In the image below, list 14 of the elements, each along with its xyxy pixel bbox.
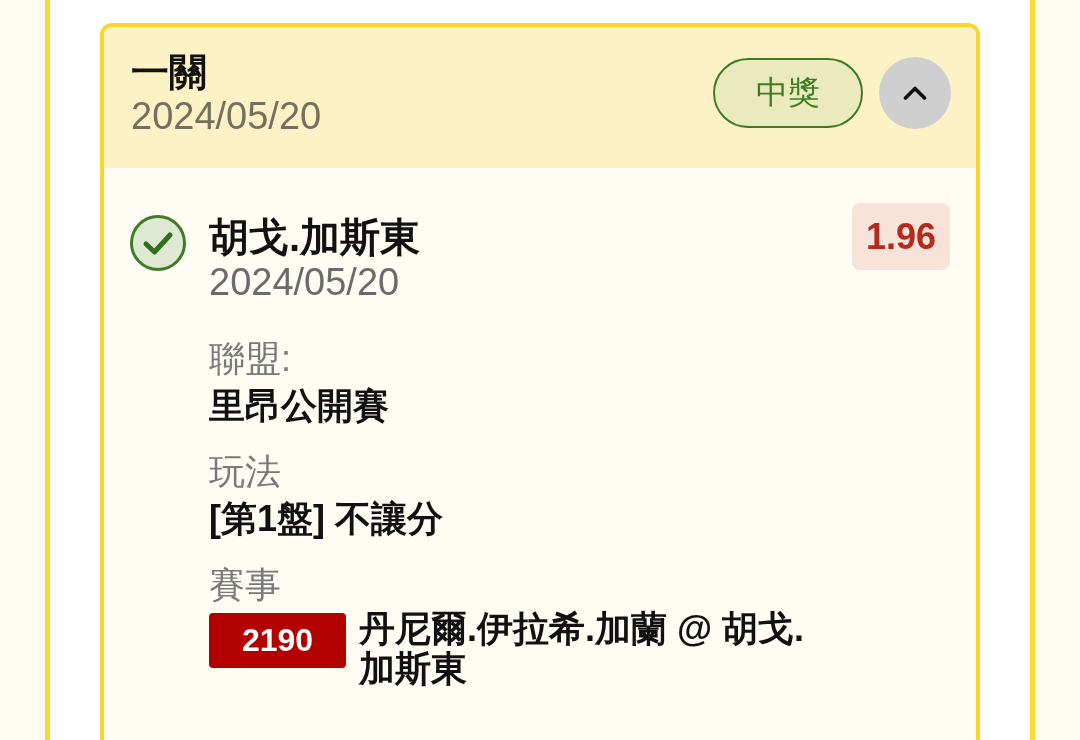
matchup-text: 丹尼爾.伊拉希.加蘭 @ 胡戈.加斯東 bbox=[359, 609, 806, 689]
caret-up-icon bbox=[903, 86, 927, 100]
event-number-badge: 2190 bbox=[209, 613, 346, 668]
field-label: 聯盟: bbox=[209, 337, 291, 381]
field-label: 玩法 bbox=[209, 450, 281, 494]
odds-badge: 1.96 bbox=[852, 203, 950, 270]
field-value: [第1盤] 不讓分 bbox=[209, 497, 443, 541]
selection-name: 胡戈.加斯東 bbox=[209, 214, 422, 261]
field-value: 里昂公開賽 bbox=[209, 384, 389, 428]
bet-title: 一關 bbox=[131, 50, 208, 95]
selection-date: 2024/05/20 bbox=[209, 261, 401, 303]
bet-date: 2024/05/20 bbox=[131, 95, 322, 137]
field-label: 賽事 bbox=[209, 563, 281, 607]
status-badge: 中獎 bbox=[713, 58, 863, 128]
